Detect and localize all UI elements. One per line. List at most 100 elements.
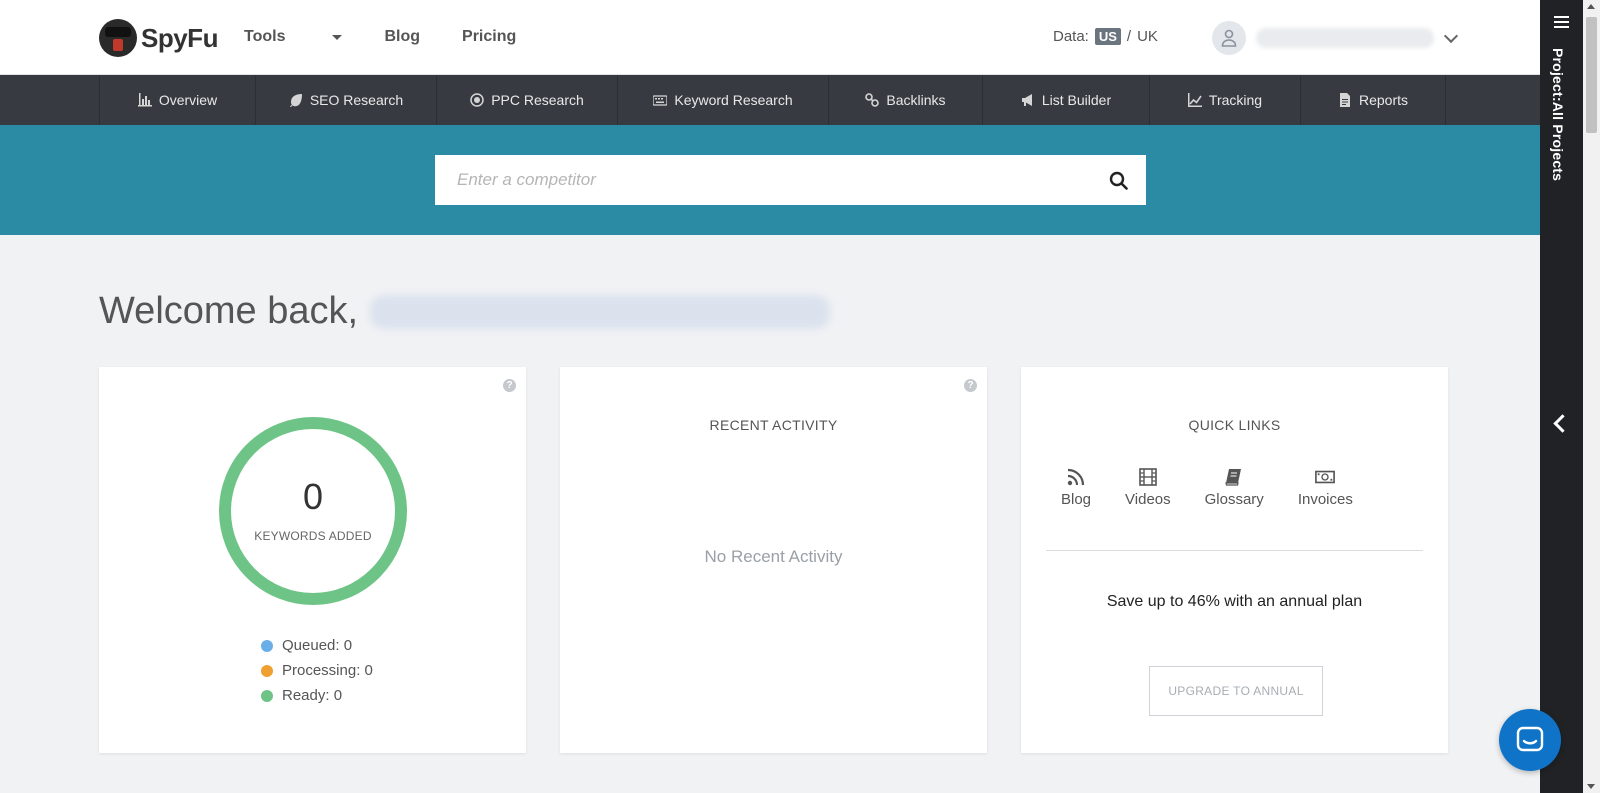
bar-chart-icon — [137, 93, 152, 107]
scroll-thumb[interactable] — [1586, 17, 1597, 133]
book-icon — [1225, 469, 1242, 486]
quick-links-card: QUICK LINKS Blog Videos Glossary Invoice… — [1021, 367, 1448, 753]
recent-activity-title: RECENT ACTIVITY — [709, 417, 838, 433]
user-name-redacted — [1256, 28, 1434, 48]
nav-tools[interactable]: Tools — [244, 28, 343, 46]
quick-links-title: QUICK LINKS — [1188, 417, 1281, 433]
help-icon[interactable]: ? — [964, 379, 977, 392]
tool-list-builder[interactable]: List Builder — [983, 75, 1150, 125]
project-sidebar: Project:All Projects — [1540, 0, 1583, 793]
keywords-count: 0 — [302, 476, 324, 517]
quick-links: Blog Videos Glossary Invoices — [1061, 467, 1387, 508]
quick-link-invoices-label: Invoices — [1297, 491, 1353, 508]
chat-launcher-button[interactable] — [1499, 709, 1561, 771]
quick-link-videos[interactable]: Videos — [1125, 467, 1171, 508]
legend-queued: Queued: 0 — [261, 633, 373, 658]
megaphone-icon — [1021, 94, 1032, 106]
scroll-down-arrow-icon[interactable] — [1587, 784, 1595, 789]
tool-overview[interactable]: Overview — [100, 75, 256, 125]
help-icon[interactable]: ? — [503, 379, 516, 392]
nav-tools-label: Tools — [244, 28, 286, 45]
tool-seo-research[interactable]: SEO Research — [256, 75, 437, 125]
user-email-redacted — [370, 294, 831, 329]
tool-nav: Overview SEO Research PPC Research Keywo… — [0, 75, 1540, 125]
tool-keyword-research-label: Keyword Research — [674, 92, 793, 108]
user-icon — [1221, 29, 1237, 47]
keywords-label: KEYWORDS ADDED — [254, 529, 372, 543]
top-header: SpyFu Tools Blog Pricing Data: US / UK — [0, 0, 1540, 75]
money-icon — [1315, 470, 1336, 484]
ready-dot-icon — [261, 689, 273, 702]
annual-plan-promo: Save up to 46% with an annual plan — [1106, 593, 1363, 610]
tool-ppc-research[interactable]: PPC Research — [437, 75, 618, 125]
data-region-switch: Data: US / UK — [1053, 28, 1158, 45]
leaf-icon — [289, 94, 302, 107]
top-nav: Tools Blog Pricing — [244, 28, 558, 46]
no-activity-text: No Recent Activity — [704, 547, 843, 566]
legend-queued-label: Queued: 0 — [282, 637, 353, 654]
scroll-up-arrow-icon[interactable] — [1587, 4, 1595, 9]
target-icon — [470, 93, 484, 107]
keywords-ring: 0 KEYWORDS ADDED — [219, 417, 407, 605]
competitor-search-input[interactable] — [435, 155, 1090, 205]
logo-text: SpyFu — [141, 22, 218, 53]
competitor-search — [435, 155, 1146, 205]
tool-tracking-label: Tracking — [1208, 92, 1263, 108]
search-button[interactable] — [1090, 155, 1146, 205]
tool-ppc-research-label: PPC Research — [491, 92, 584, 108]
page-scrollbar[interactable] — [1583, 0, 1600, 793]
data-label: Data: — [1053, 28, 1089, 45]
avatar — [1212, 21, 1246, 55]
tool-backlinks[interactable]: Backlinks — [829, 75, 983, 125]
document-icon — [1339, 93, 1350, 107]
rss-icon — [1067, 468, 1085, 486]
quick-link-invoices[interactable]: Invoices — [1298, 467, 1353, 508]
tool-backlinks-label: Backlinks — [886, 92, 946, 108]
recent-activity-card: ? RECENT ACTIVITY No Recent Activity — [560, 367, 987, 753]
keyboard-icon — [653, 95, 668, 106]
data-region-uk[interactable]: UK — [1137, 28, 1158, 45]
nav-blog[interactable]: Blog — [384, 28, 420, 46]
divider — [1046, 550, 1423, 551]
tool-keyword-research[interactable]: Keyword Research — [618, 75, 829, 125]
legend-ready-label: Ready: 0 — [282, 687, 343, 704]
caret-down-icon — [332, 34, 343, 40]
spy-logo-icon — [99, 19, 137, 57]
data-separator: / — [1126, 28, 1132, 45]
queued-dot-icon — [261, 639, 273, 652]
quick-link-videos-label: Videos — [1125, 491, 1171, 508]
tool-tracking[interactable]: Tracking — [1150, 75, 1301, 125]
quick-link-blog[interactable]: Blog — [1061, 467, 1091, 508]
tool-seo-research-label: SEO Research — [309, 92, 404, 108]
welcome-text: Welcome back, — [99, 290, 359, 332]
user-menu[interactable] — [1212, 21, 1459, 55]
search-icon — [1109, 171, 1128, 190]
tool-reports-label: Reports — [1358, 92, 1409, 108]
project-selector[interactable]: Project:All Projects — [1550, 48, 1566, 181]
tool-overview-label: Overview — [158, 92, 218, 108]
quick-link-blog-label: Blog — [1061, 491, 1092, 508]
legend-processing-label: Processing: 0 — [282, 662, 373, 679]
quick-link-glossary[interactable]: Glossary — [1205, 467, 1264, 508]
keywords-card: ? 0 KEYWORDS ADDED Queued: 0 Processing:… — [99, 367, 526, 753]
welcome-heading: Welcome back, — [99, 290, 831, 333]
quick-link-glossary-label: Glossary — [1204, 491, 1264, 508]
tool-list-builder-label: List Builder — [1041, 92, 1112, 108]
hamburger-menu-icon[interactable] — [1554, 16, 1569, 31]
link-icon — [865, 93, 880, 107]
keywords-legend: Queued: 0 Processing: 0 Ready: 0 — [261, 633, 373, 708]
data-region-us[interactable]: US — [1094, 28, 1121, 45]
upgrade-to-annual-button[interactable]: UPGRADE TO ANNUAL — [1149, 666, 1323, 716]
chevron-left-icon[interactable] — [1553, 414, 1572, 433]
chat-icon — [1516, 726, 1544, 752]
tool-reports[interactable]: Reports — [1301, 75, 1446, 125]
film-icon — [1139, 468, 1157, 486]
chevron-down-icon[interactable] — [1443, 28, 1459, 43]
search-band — [0, 125, 1540, 235]
spyfu-logo[interactable]: SpyFu — [99, 18, 218, 58]
nav-pricing[interactable]: Pricing — [462, 28, 516, 46]
processing-dot-icon — [261, 664, 273, 677]
line-chart-icon — [1187, 93, 1202, 107]
legend-processing: Processing: 0 — [261, 658, 373, 683]
legend-ready: Ready: 0 — [261, 683, 373, 708]
